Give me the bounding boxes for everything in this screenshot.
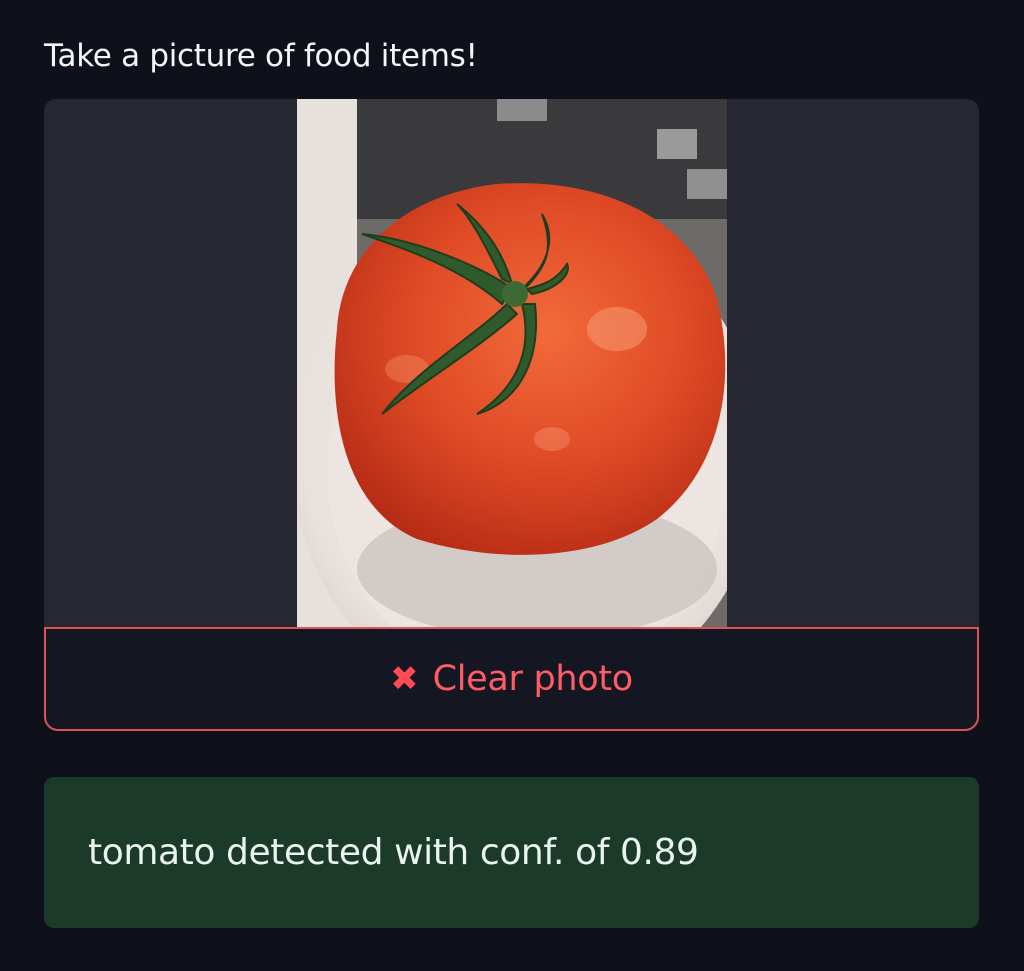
clear-photo-label: Clear photo bbox=[432, 659, 634, 699]
close-icon: ✖ bbox=[390, 659, 419, 699]
captured-photo bbox=[297, 99, 727, 629]
detection-result-alert: tomato detected with conf. of 0.89 bbox=[44, 777, 979, 928]
camera-input-label: Take a picture of food items! bbox=[44, 38, 478, 74]
clear-photo-button[interactable]: ✖ Clear photo bbox=[44, 627, 979, 731]
camera-preview-frame bbox=[44, 99, 979, 629]
detection-result-text: tomato detected with conf. of 0.89 bbox=[88, 832, 699, 873]
camera-input-page: Take a picture of food items! ✖ Clear ph… bbox=[0, 0, 1024, 971]
